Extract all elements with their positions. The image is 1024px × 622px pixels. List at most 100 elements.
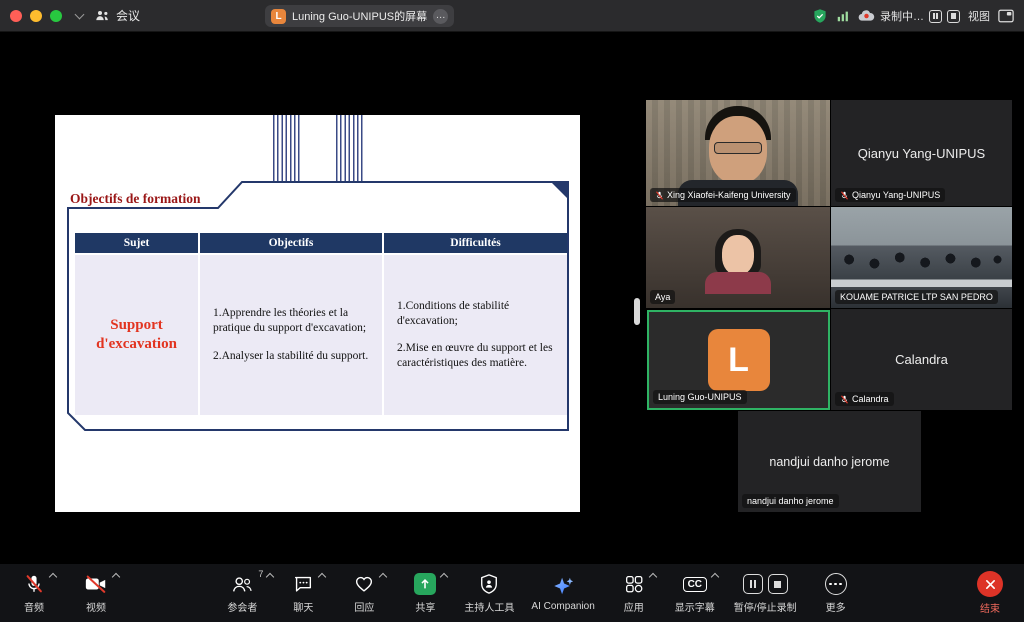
chevron-up-icon[interactable] (112, 573, 120, 581)
more-ellipsis-icon (825, 573, 847, 595)
end-label: 结束 (980, 600, 1000, 615)
shared-screen-tab[interactable]: L Luning Guo-UNIPUS的屏幕 … (265, 5, 454, 27)
panel-resize-handle[interactable] (634, 298, 640, 325)
video-tile-qianyu-yang[interactable]: Qianyu Yang-UNIPUS Qianyu Yang-UNIPUS (831, 100, 1012, 206)
chevron-up-icon[interactable] (649, 573, 657, 581)
difficulty-item: 2.Mise en œuvre du support et les caract… (397, 341, 557, 371)
heart-icon (353, 573, 375, 595)
table-header-row: Sujet Objectifs Difficultés (75, 233, 567, 253)
chevron-down-icon[interactable] (75, 9, 85, 19)
recording-indicator: 录制中… (858, 8, 960, 24)
host-tools-button[interactable]: 主持人工具 (464, 572, 514, 614)
difficulty-item: 1.Conditions de stabilité d'excavation; (397, 299, 557, 329)
tab-title: Luning Guo-UNIPUS的屏幕 (292, 8, 427, 24)
record-controls-button[interactable]: 暂停/停止录制 (734, 572, 797, 614)
avatar: L (708, 329, 770, 391)
chevron-up-icon[interactable] (440, 573, 448, 581)
view-layout-icon[interactable] (998, 9, 1014, 23)
tab-more-button[interactable]: … (433, 9, 448, 24)
apps-label: 应用 (624, 599, 644, 614)
video-tile-kouame-patrice[interactable]: KOUAME PATRICE LTP SAN PEDRO (831, 207, 1012, 308)
pause-recording-icon[interactable] (743, 574, 763, 594)
stop-recording-icon[interactable] (947, 10, 960, 23)
recording-label: 录制中… (880, 8, 924, 24)
chat-button[interactable]: 聊天 (281, 572, 325, 614)
video-tile-luning-guo-active[interactable]: L Luning Guo-UNIPUS (647, 310, 830, 410)
pause-recording-icon[interactable] (929, 10, 942, 23)
video-tile-aya[interactable]: Aya (646, 207, 830, 308)
participant-name-tag: Qianyu Yang-UNIPUS (835, 188, 945, 202)
video-tile-calandra[interactable]: Calandra Calandra (831, 309, 1012, 410)
chevron-up-icon[interactable] (49, 573, 57, 581)
participant-name-tag: Luning Guo-UNIPUS (653, 390, 747, 404)
participants-icon (230, 573, 254, 595)
participants-label: 参会者 (227, 599, 257, 614)
titlebar: 会议 L Luning Guo-UNIPUS的屏幕 … 录制中… 视图 (0, 0, 1024, 32)
more-button[interactable]: 更多 (814, 572, 858, 614)
table-header-sujet: Sujet (75, 233, 200, 253)
slide-title: Objectifs de formation (70, 191, 200, 207)
video-button[interactable]: 视频 (74, 572, 118, 614)
end-meeting-button[interactable]: 结束 (968, 571, 1012, 615)
zoom-window-button[interactable] (50, 10, 62, 22)
tab-avatar: L (271, 9, 286, 24)
connection-signal-icon (836, 9, 850, 23)
objective-item: 1.Apprendre les théories et la pratique … (213, 306, 372, 336)
share-screen-icon (414, 573, 436, 595)
meeting-toolbar: 音频 视频 7 参会者 (0, 564, 1024, 622)
cloud-recording-icon (858, 9, 875, 23)
participant-name-tag: KOUAME PATRICE LTP SAN PEDRO (835, 290, 998, 304)
video-tile-xing-xiaofei[interactable]: Xing Xiaofei-Kaifeng University (646, 100, 830, 206)
video-tile-nandjui-danho[interactable]: nandjui danho jerome nandjui danho jerom… (738, 411, 921, 512)
participant-name-tag: nandjui danho jerome (742, 494, 839, 508)
stop-recording-icon[interactable] (768, 574, 788, 594)
video-label: 视频 (86, 599, 106, 614)
anchor-lines-graphic (273, 115, 301, 183)
apps-button[interactable]: 应用 (612, 572, 656, 614)
chevron-up-icon[interactable] (266, 573, 274, 581)
table-cell-objectives: 1.Apprendre les théories et la pratique … (200, 255, 384, 415)
muted-mic-icon (840, 395, 849, 404)
chevron-up-icon[interactable] (379, 573, 387, 581)
captions-button[interactable]: CC 显示字幕 (673, 572, 717, 614)
anchor-lines-graphic (336, 115, 364, 183)
ai-companion-button[interactable]: AI Companion (531, 574, 594, 612)
zoom-meeting-window: 会议 L Luning Guo-UNIPUS的屏幕 … 录制中… 视图 (0, 0, 1024, 622)
reactions-label: 回应 (354, 599, 374, 614)
participant-name-tag: Xing Xiaofei-Kaifeng University (650, 188, 796, 202)
security-shield-icon[interactable] (812, 8, 828, 24)
close-window-button[interactable] (10, 10, 22, 22)
titlebar-right: 录制中… 视图 (812, 0, 1014, 32)
participants-count-badge: 7 (258, 569, 263, 579)
participants-button[interactable]: 7 参会者 (220, 572, 264, 614)
ai-companion-label: AI Companion (531, 601, 594, 612)
minimize-window-button[interactable] (30, 10, 42, 22)
share-label: 共享 (415, 599, 435, 614)
chat-label: 聊天 (293, 599, 313, 614)
audio-label: 音频 (24, 599, 44, 614)
slide-table: Sujet Objectifs Difficultés Support d'ex… (75, 233, 567, 415)
mic-muted-icon (23, 573, 45, 595)
participant-name-tag: Aya (650, 290, 675, 304)
objective-item: 2.Analyser la stabilité du support. (213, 349, 372, 364)
view-label: 视图 (968, 8, 990, 24)
more-label: 更多 (826, 599, 846, 614)
ai-sparkle-icon (551, 575, 575, 597)
reactions-button[interactable]: 回应 (342, 572, 386, 614)
chevron-up-icon[interactable] (318, 573, 326, 581)
camera-muted-icon (84, 573, 108, 595)
table-header-objectifs: Objectifs (200, 233, 384, 253)
end-x-icon (977, 571, 1003, 597)
meeting-menu[interactable]: 会议 (95, 7, 140, 24)
share-screen-button[interactable]: 共享 (403, 572, 447, 614)
shield-icon (479, 573, 499, 595)
meeting-label: 会议 (116, 7, 140, 24)
chevron-up-icon[interactable] (711, 573, 719, 581)
muted-mic-icon (840, 191, 849, 200)
people-icon (95, 9, 110, 22)
table-body-row: Support d'excavation 1.Apprendre les thé… (75, 255, 567, 415)
muted-mic-icon (655, 191, 664, 200)
captions-cc-icon: CC (683, 577, 707, 592)
table-header-difficultes: Difficultés (384, 233, 567, 253)
audio-button[interactable]: 音频 (12, 572, 56, 614)
